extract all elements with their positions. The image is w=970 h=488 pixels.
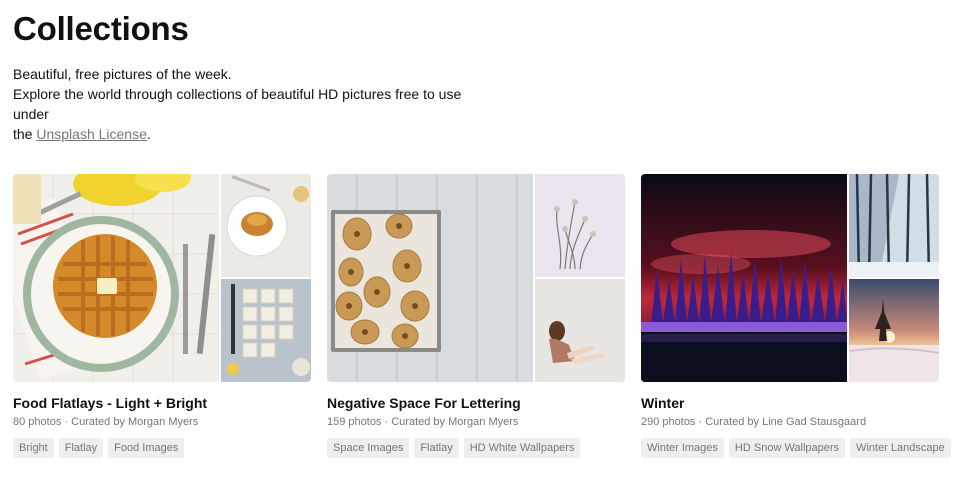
tag-flatlay[interactable]: Flatlay xyxy=(414,438,459,458)
curator: Curated by Morgan Myers xyxy=(391,416,519,428)
tag-hd-white-wallpapers[interactable]: HD White Wallpapers xyxy=(463,438,581,458)
collection-tags: Space Images Flatlay HD White Wallpapers xyxy=(327,438,625,458)
tag-food-images[interactable]: Food Images xyxy=(108,438,185,458)
photo-count: 80 photos xyxy=(13,416,62,428)
collection-photo-mosaic[interactable] xyxy=(641,174,939,382)
photo-count: 290 photos xyxy=(641,416,696,428)
collection-photo-mosaic[interactable] xyxy=(13,174,311,382)
intro-line-1: Beautiful, free pictures of the week. xyxy=(13,66,232,82)
collection-title[interactable]: Negative Space For Lettering xyxy=(327,395,625,411)
photo-waffle[interactable] xyxy=(13,174,219,382)
tag-hd-snow-wallpapers[interactable]: HD Snow Wallpapers xyxy=(728,438,846,458)
collection-card-winter[interactable]: Winter 290 photos · Curated by Line Gad … xyxy=(641,174,951,458)
curator: Curated by Morgan Myers xyxy=(71,416,199,428)
photo-tofu-cubes[interactable] xyxy=(221,279,311,382)
photo-pears-tray[interactable] xyxy=(327,174,533,382)
collection-title[interactable]: Winter xyxy=(641,395,939,411)
photo-pancakes[interactable] xyxy=(221,174,311,277)
photo-snowy-forest[interactable] xyxy=(849,174,939,277)
collection-title[interactable]: Food Flatlays - Light + Bright xyxy=(13,395,311,411)
meta-separator: · xyxy=(384,416,389,428)
tag-flatlay[interactable]: Flatlay xyxy=(58,438,104,458)
tag-bright[interactable]: Bright xyxy=(13,438,54,458)
tag-winter-images[interactable]: Winter Images xyxy=(641,438,724,458)
photo-neon-forest[interactable] xyxy=(641,174,847,382)
tag-winter-landscape[interactable]: Winter Landscape xyxy=(850,438,951,458)
collection-meta: 290 photos · Curated by Line Gad Stausga… xyxy=(641,416,939,428)
photo-count: 159 photos xyxy=(327,416,382,428)
collection-card-negative-space[interactable]: Negative Space For Lettering 159 photos … xyxy=(327,174,625,458)
curator: Curated by Line Gad Stausgaard xyxy=(705,416,867,428)
meta-separator: · xyxy=(64,416,69,428)
intro-line-2: Explore the world through collections of… xyxy=(13,86,462,122)
collection-tags: Bright Flatlay Food Images xyxy=(13,438,311,458)
intro-line-3: the Unsplash License. xyxy=(13,126,151,142)
tag-space-images[interactable]: Space Images xyxy=(327,438,410,458)
photo-person-sitting[interactable] xyxy=(535,279,625,382)
intro-text: Beautiful, free pictures of the week. Ex… xyxy=(13,64,483,144)
collection-card-food-flatlays[interactable]: Food Flatlays - Light + Bright 80 photos… xyxy=(13,174,311,458)
meta-separator: · xyxy=(698,416,703,428)
collection-meta: 159 photos · Curated by Morgan Myers xyxy=(327,416,625,428)
collection-photo-mosaic[interactable] xyxy=(327,174,625,382)
unsplash-license-link[interactable]: Unsplash License xyxy=(36,126,147,142)
photo-dried-flowers[interactable] xyxy=(535,174,625,277)
photo-winter-sunset[interactable] xyxy=(849,279,939,382)
page-title: Collections xyxy=(13,10,189,47)
collection-meta: 80 photos · Curated by Morgan Myers xyxy=(13,416,311,428)
collection-tags: Winter Images HD Snow Wallpapers Winter … xyxy=(641,438,951,458)
